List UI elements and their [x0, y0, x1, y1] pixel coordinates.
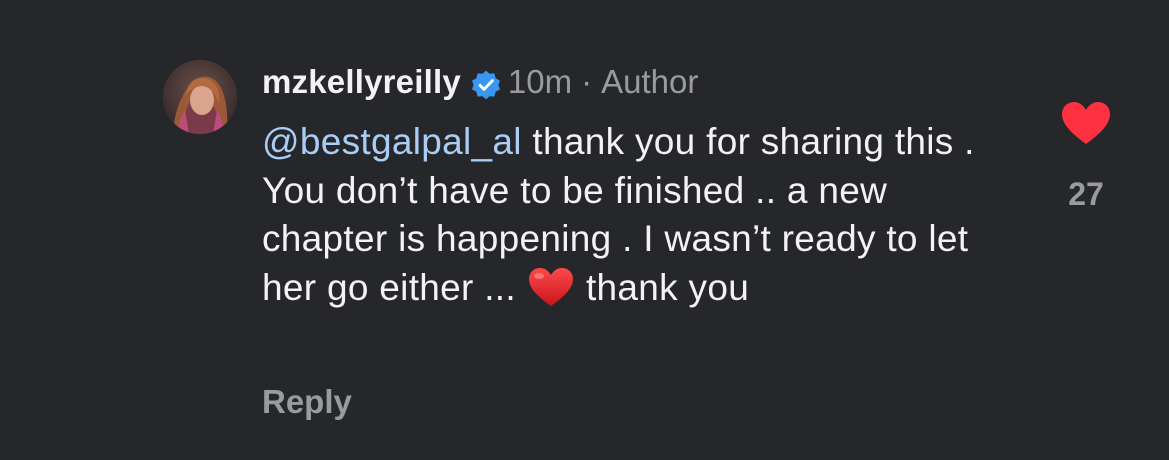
heart-icon[interactable] [1060, 100, 1112, 146]
avatar[interactable] [163, 60, 237, 134]
comment-body-text-end: thank you [585, 266, 750, 308]
like-area: 27 [1056, 100, 1116, 214]
meta-separator: · [581, 63, 593, 100]
reply-button[interactable]: Reply [262, 380, 352, 424]
mention-link[interactable]: @bestgalpal_al [262, 121, 522, 162]
avatar-image [163, 60, 237, 134]
comment-text: @bestgalpal_al thank you for sharing thi… [262, 118, 1022, 312]
comment-item: mzkellyreilly 10m · Author @bestgalpal_a… [0, 0, 1169, 460]
red-heart-emoji [526, 266, 576, 308]
like-count: 27 [1068, 176, 1104, 212]
author-label: Author [601, 63, 699, 100]
comment-timestamp: 10m [507, 63, 573, 100]
username-link[interactable]: mzkellyreilly [262, 58, 461, 106]
comment-header: mzkellyreilly 10m · Author [262, 58, 698, 106]
verified-badge-icon [470, 66, 502, 100]
